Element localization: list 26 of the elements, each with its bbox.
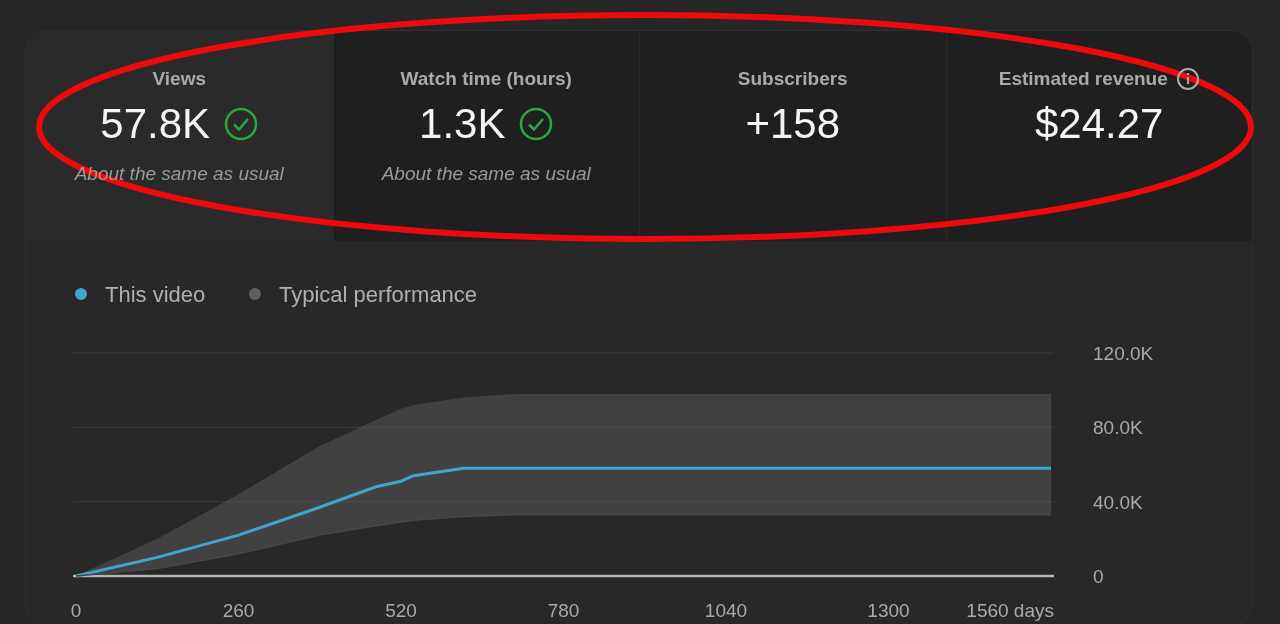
metric-value: 1.3K [419,100,506,148]
metric-label: Watch time (hours) [400,68,572,90]
axis-label: 520 [385,600,417,621]
axis-label: 1300 [867,600,910,621]
axis-label: 120.0K [1093,343,1154,364]
metric-label: Estimated revenue [998,68,1168,90]
metric-note: About the same as usual [381,163,591,185]
axis-label: 40.0K [1093,491,1143,513]
metric-tab[interactable]: Estimated revenue $24.27 [945,31,1252,241]
metric-value: $24.27 [1035,100,1164,148]
metric-label: Views [152,68,206,90]
metric-tab[interactable]: Subscribers +158 [639,31,946,241]
legend-item: This video [75,282,206,307]
metric-value: 57.8K [100,100,211,148]
legend-label: This video [105,282,206,307]
axis-label: 0 [1093,566,1104,587]
axis-label: 260 [222,600,255,621]
metric-tab[interactable]: Watch time (hours) 1.3K About the same as usual [332,31,639,241]
axis-label: 1560 days [966,600,1054,621]
axis-label: 1040 [704,600,748,621]
axis-label: 780 [547,600,580,621]
axis-label: 80.0K [1093,417,1143,439]
axis-label: 0 [70,600,82,621]
legend-item: Typical performance [249,282,478,307]
metric-label: Subscribers [737,68,848,90]
metric-value: +158 [745,100,841,148]
